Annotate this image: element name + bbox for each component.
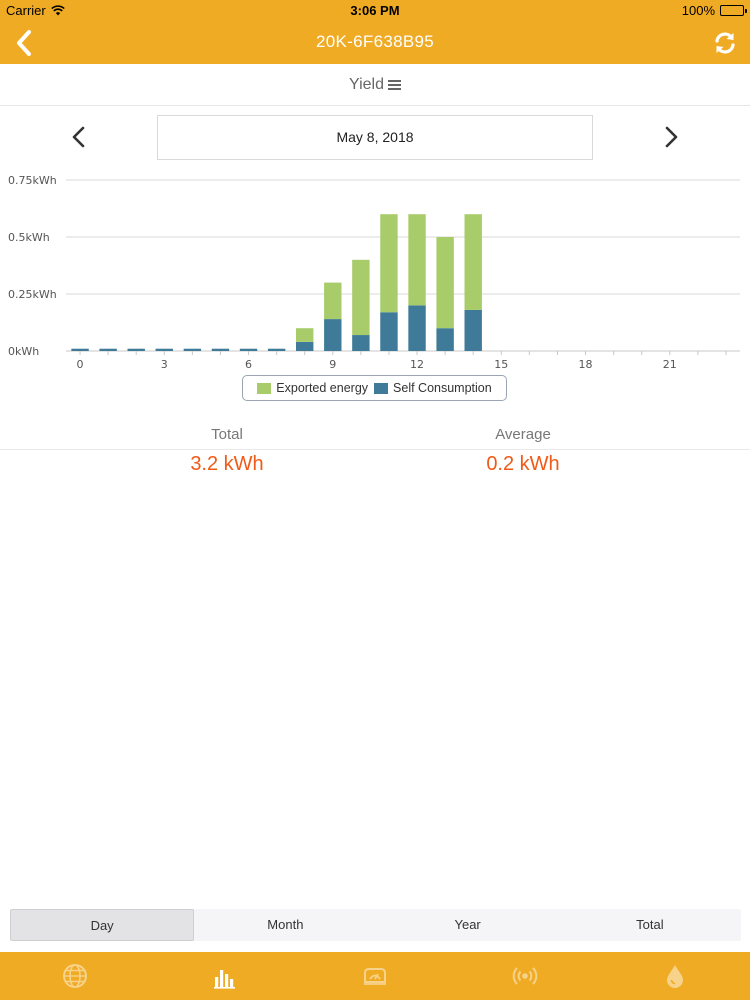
nav-bar: 20K-6F638B95 (0, 22, 750, 64)
x-tick-label: 18 (579, 358, 593, 371)
hamburger-menu-icon (387, 80, 401, 90)
x-tick-label: 9 (329, 358, 336, 371)
bar-self-consumption (436, 328, 454, 351)
app-root: Carrier 3:06 PM 100% 20K-6F638B95 Yield … (0, 0, 750, 1000)
drop-icon (667, 965, 683, 988)
bar-self-consumption (380, 312, 398, 351)
next-day-button[interactable] (656, 122, 686, 152)
average-stat: Average 0.2 kWh (373, 426, 673, 476)
segment-day[interactable]: Day (10, 909, 195, 941)
legend-item-self-consumption[interactable]: Self Consumption (374, 381, 492, 395)
yield-header: Yield (0, 64, 750, 106)
refresh-icon (715, 32, 735, 54)
chart-legend: Exported energy Self Consumption (242, 375, 507, 401)
bar-self-consumption (267, 348, 286, 351)
bar-exported (464, 214, 482, 310)
battery-percent: 100% (681, 3, 715, 18)
device-title: 20K-6F638B95 (316, 32, 434, 51)
total-value: 3.2 kWh (190, 453, 264, 475)
y-tick-label: 0.25kWh (8, 288, 57, 301)
y-tick-label: 0kWh (8, 345, 39, 358)
date-picker[interactable]: May 8, 2018 (157, 115, 593, 160)
bar-self-consumption (352, 335, 370, 351)
legend-swatch-self-consumption (374, 382, 389, 394)
bar-self-consumption (211, 348, 230, 351)
battery-icon (720, 5, 747, 16)
yield-bar-chart: 0kWh 0.25kWh 0.5kWh 0.75kWh 0 3 6 9 12 15 18 21 (8, 174, 740, 371)
bar-self-consumption (296, 341, 314, 351)
bar-self-consumption (99, 348, 117, 351)
status-bar: Carrier 3:06 PM 100% (0, 0, 750, 22)
bar-self-consumption (408, 305, 426, 351)
bar-chart-icon (214, 970, 235, 989)
status-right: 100% (681, 3, 747, 18)
inverter-icon (364, 968, 386, 985)
refresh-button[interactable] (710, 28, 740, 58)
bar-exported (380, 214, 398, 313)
globe-icon (63, 964, 87, 988)
legend-label-self-consumption: Self Consumption (393, 381, 492, 395)
legend-item-exported[interactable]: Exported energy (257, 381, 368, 395)
bar-exported (324, 282, 342, 320)
tab-bar (0, 952, 750, 1000)
segment-total[interactable]: Total (559, 909, 741, 941)
date-navigator: May 8, 2018 (0, 112, 750, 162)
bar-self-consumption (324, 319, 342, 351)
tab-overview[interactable] (45, 952, 105, 1000)
tab-inverter[interactable] (345, 952, 405, 1000)
segment-year[interactable]: Year (377, 909, 559, 941)
bar-self-consumption (127, 348, 145, 351)
total-stat: Total 3.2 kWh (77, 426, 377, 476)
bar-self-consumption (239, 348, 258, 351)
average-label: Average (495, 426, 551, 443)
chevron-right-icon (665, 126, 678, 148)
x-tick-label: 3 (161, 358, 168, 371)
bar-exported (296, 328, 314, 342)
status-time: 3:06 PM (350, 3, 400, 18)
legend-swatch-exported (257, 382, 272, 394)
x-tick-label: 15 (494, 358, 508, 371)
bar-exported (408, 214, 426, 306)
tab-consumption[interactable] (645, 952, 705, 1000)
bar-exported (436, 237, 454, 329)
chevron-left-icon (72, 126, 85, 148)
previous-day-button[interactable] (64, 122, 94, 152)
x-tick-label: 21 (663, 358, 677, 371)
bar-self-consumption (155, 348, 173, 351)
average-value: 0.2 kWh (486, 453, 560, 475)
yield-summary: Total 3.2 kWh Average 0.2 kWh (0, 420, 750, 480)
bar-self-consumption (71, 348, 89, 351)
bar-self-consumption (464, 309, 482, 351)
segment-month[interactable]: Month (194, 909, 376, 941)
y-tick-label: 0.5kWh (8, 231, 50, 244)
x-tick-label: 0 (77, 358, 84, 371)
x-tick-label: 6 (245, 358, 252, 371)
bar-self-consumption (183, 348, 202, 351)
bar-exported (352, 259, 370, 336)
total-label: Total (211, 426, 243, 443)
yield-label: Yield (349, 76, 384, 93)
tab-statistics[interactable] (195, 952, 255, 1000)
signal-icon (512, 967, 538, 985)
period-segmented-control: Day Month Year Total (10, 909, 741, 941)
x-tick-label: 12 (410, 358, 424, 371)
legend-label-exported: Exported energy (276, 381, 369, 395)
tab-connectivity[interactable] (495, 952, 555, 1000)
y-tick-label: 0.75kWh (8, 174, 57, 187)
yield-menu-button[interactable]: Yield (349, 76, 401, 94)
